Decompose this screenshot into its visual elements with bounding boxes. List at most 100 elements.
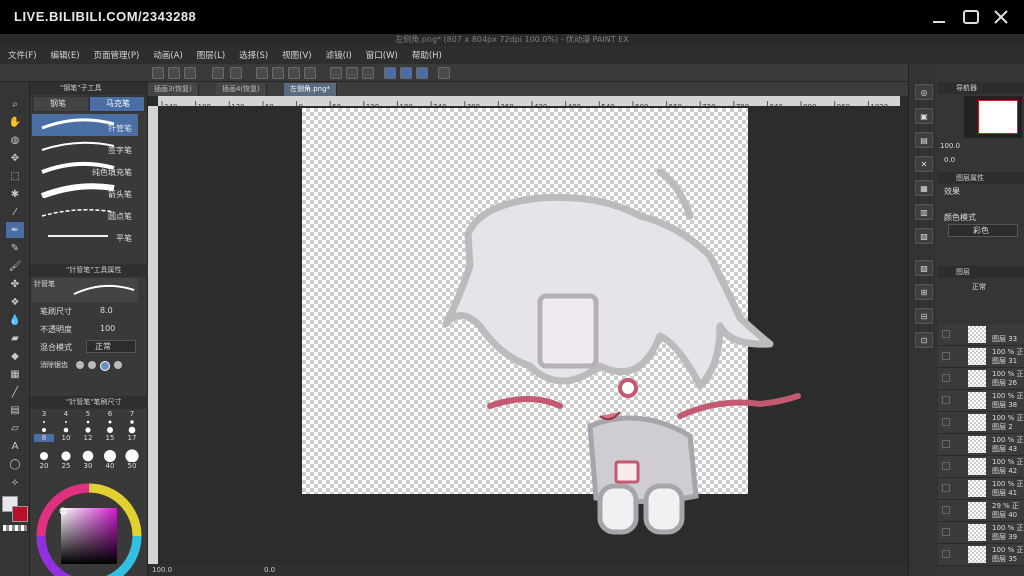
navigator-frame[interactable] — [978, 100, 1018, 134]
help-icon[interactable] — [438, 67, 450, 79]
balloon-icon[interactable]: ◯ — [6, 456, 24, 472]
brush-item-selected[interactable]: 针管笔 — [32, 114, 138, 136]
size-option[interactable]: 20 — [34, 462, 54, 470]
size-option[interactable]: 25 — [56, 462, 76, 470]
navigator-zoom[interactable]: 100.0 — [940, 142, 960, 150]
clear-outside-icon[interactable] — [272, 67, 284, 79]
blend-icon[interactable]: 💧 — [6, 312, 24, 328]
layer-search-icon[interactable]: ⊞ — [915, 284, 933, 300]
layer-row[interactable]: 100 % 正图层 39 — [938, 522, 1024, 544]
doc-tab[interactable]: 插画3(恢复) — [148, 83, 199, 96]
visibility-toggle[interactable] — [942, 440, 950, 448]
doc-tab-active[interactable]: 左侧角.png* — [284, 83, 338, 96]
magic-wand-icon[interactable]: ✱ — [6, 186, 24, 202]
gradient-icon[interactable]: ▦ — [6, 366, 24, 382]
correct-line-icon[interactable]: ⟡ — [6, 474, 24, 490]
visibility-toggle[interactable] — [942, 396, 950, 404]
tab-pen[interactable]: 钢笔 — [34, 97, 88, 111]
layer-row[interactable]: 100 % 正图层 38 — [938, 390, 1024, 412]
size-option[interactable]: 3 — [34, 410, 54, 418]
move-icon[interactable]: ✥ — [6, 150, 24, 166]
brush-icon[interactable]: 🖌 — [6, 258, 24, 274]
brush-item[interactable]: 平笔 — [32, 224, 138, 246]
fill-bucket-icon[interactable]: ◆ — [6, 348, 24, 364]
menu-select[interactable]: 选择(S) — [239, 49, 268, 61]
navigator-angle[interactable]: 0.0 — [944, 156, 955, 164]
zoom-icon[interactable]: ⌕ — [6, 96, 24, 112]
material-close-icon[interactable]: ✕ — [915, 156, 933, 172]
select-icon[interactable] — [362, 67, 374, 79]
history-icon[interactable]: ⊡ — [915, 332, 933, 348]
color-mode-select[interactable]: 彩色 — [948, 224, 1018, 237]
menu-file[interactable]: 文件(F) — [8, 49, 37, 61]
brush-size-value[interactable]: 8.0 — [100, 306, 113, 315]
antialias-strong[interactable] — [114, 361, 122, 369]
menu-window[interactable]: 窗口(W) — [366, 49, 398, 61]
transparent-color-swatch[interactable] — [3, 525, 27, 531]
menu-layer[interactable]: 图层(L) — [197, 49, 225, 61]
antialias-none[interactable] — [76, 361, 84, 369]
size-option[interactable]: 6 — [100, 410, 120, 418]
layer-panel-icon[interactable]: ▨ — [915, 260, 933, 276]
minimize-button[interactable] — [928, 6, 950, 28]
size-option[interactable]: 5 — [78, 410, 98, 418]
snap-special-ruler-icon[interactable] — [400, 67, 412, 79]
visibility-toggle[interactable] — [942, 506, 950, 514]
airbrush-icon[interactable]: ✤ — [6, 276, 24, 292]
layer-row[interactable]: 100 % 正图层 26 — [938, 368, 1024, 390]
animation-icon[interactable]: ⊟ — [915, 308, 933, 324]
visibility-toggle[interactable] — [942, 418, 950, 426]
sub-view-icon[interactable]: ▣ — [915, 108, 933, 124]
ruler-icon[interactable]: ▱ — [6, 420, 24, 436]
decoration-icon[interactable]: ❖ — [6, 294, 24, 310]
text-icon[interactable]: A — [6, 438, 24, 454]
brush-item[interactable]: 纯色填充笔 — [32, 158, 138, 180]
menu-edit[interactable]: 编辑(E) — [51, 49, 80, 61]
menu-view[interactable]: 视图(V) — [282, 49, 311, 61]
eyedropper-icon[interactable]: ⁄ — [6, 204, 24, 220]
maximize-button[interactable] — [960, 6, 982, 28]
angle-readout[interactable]: 0.0 — [264, 564, 275, 576]
material-pattern-icon[interactable]: ▥ — [915, 204, 933, 220]
layer-row[interactable]: 100 % 正图层 31 — [938, 346, 1024, 368]
material-icon[interactable]: ▤ — [915, 132, 933, 148]
redo-icon[interactable] — [230, 67, 242, 79]
close-button[interactable] — [990, 6, 1012, 28]
menu-animation[interactable]: 动画(A) — [153, 49, 182, 61]
navigator-icon[interactable]: ◎ — [915, 84, 933, 100]
visibility-toggle[interactable] — [942, 330, 950, 338]
visibility-toggle[interactable] — [942, 462, 950, 470]
size-option[interactable]: 40 — [100, 462, 120, 470]
open-file-icon[interactable] — [168, 67, 180, 79]
opacity-value[interactable]: 100 — [100, 324, 115, 333]
size-option[interactable]: 4 — [56, 410, 76, 418]
pencil-icon[interactable]: ✎ — [6, 240, 24, 256]
visibility-toggle[interactable] — [942, 484, 950, 492]
size-option[interactable]: 7 — [122, 410, 142, 418]
brush-item[interactable]: 圆点笔 — [32, 202, 138, 224]
fill-icon[interactable] — [288, 67, 300, 79]
menu-page[interactable]: 页面管理(P) — [94, 49, 140, 61]
navigator-preview[interactable] — [964, 96, 1022, 138]
deselect-icon[interactable] — [330, 67, 342, 79]
visibility-toggle[interactable] — [942, 374, 950, 382]
layer-blend-select[interactable]: 正常 — [972, 282, 986, 292]
pen-tool-icon[interactable]: ✒ — [6, 222, 24, 238]
size-option[interactable]: 50 — [122, 462, 142, 470]
transform-icon[interactable] — [304, 67, 316, 79]
brush-item[interactable]: 箭头笔 — [32, 180, 138, 202]
eraser-icon[interactable]: ▰ — [6, 330, 24, 346]
hand-icon[interactable]: ✋ — [6, 114, 24, 130]
material-3d-icon[interactable]: ▧ — [915, 228, 933, 244]
zoom-readout[interactable]: 100.0 — [152, 564, 172, 576]
visibility-toggle[interactable] — [942, 352, 950, 360]
blend-mode-select[interactable]: 正常 — [86, 340, 136, 353]
layer-row[interactable]: 100 % 正图层 41 — [938, 478, 1024, 500]
layer-row[interactable]: 29 % 正图层 40 — [938, 500, 1024, 522]
menu-filter[interactable]: 滤镜(I) — [326, 49, 352, 61]
select-rect-icon[interactable]: ⬚ — [6, 168, 24, 184]
layer-row[interactable]: 图层 33 — [938, 324, 1024, 346]
tab-marker[interactable]: 马克笔 — [90, 97, 144, 111]
undo-icon[interactable] — [212, 67, 224, 79]
visibility-toggle[interactable] — [942, 528, 950, 536]
